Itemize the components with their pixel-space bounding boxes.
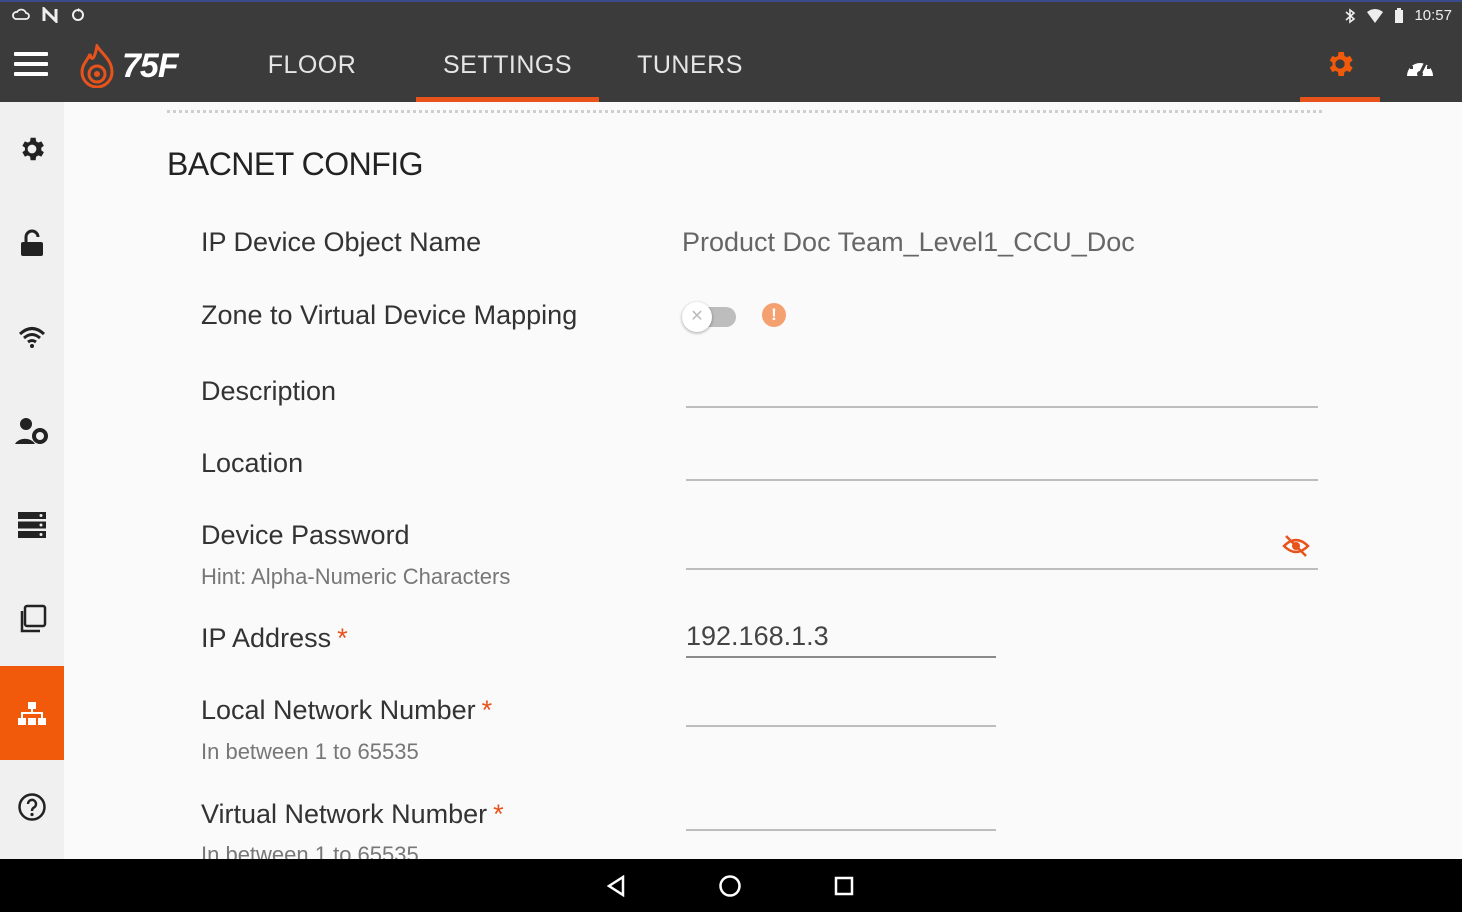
sidebar-item-server[interactable] <box>0 478 64 572</box>
bluetooth-icon <box>1345 7 1356 24</box>
virtual-network-hint: In between 1 to 65535 <box>201 842 419 859</box>
menu-icon-line <box>14 62 48 66</box>
wifi-signal-icon <box>1367 8 1384 23</box>
home-icon <box>719 875 741 897</box>
dashboard-top-button[interactable] <box>1380 30 1460 102</box>
gear-icon <box>22 137 44 161</box>
settings-top-button[interactable] <box>1300 30 1380 102</box>
sidebar-item-wifi[interactable] <box>0 290 64 384</box>
app-bar: 75F FLOOR LAYOUT SETTINGS TUNERS <box>0 30 1462 149</box>
sidebar-item-user-settings[interactable] <box>0 384 64 478</box>
logo-text: 75F <box>122 46 179 85</box>
bacnet-config-panel: BACNET CONFIG IP Device Object Name Prod… <box>64 102 1462 859</box>
home-button[interactable] <box>710 869 750 903</box>
device-name-label: IP Device Object Name <box>201 227 482 257</box>
tab-floor-layout[interactable]: FLOOR LAYOUT <box>218 30 406 149</box>
virtual-network-label: Virtual Network Number * <box>201 799 504 830</box>
recents-button[interactable] <box>824 869 864 903</box>
help-icon <box>18 793 46 821</box>
network-icon <box>18 702 46 725</box>
unlock-icon <box>21 229 43 256</box>
copy-icon <box>20 604 47 633</box>
sidebar <box>0 102 64 859</box>
app-logo: 75F <box>78 44 179 88</box>
flame-logo-icon <box>80 44 114 88</box>
menu-icon-line <box>14 52 48 56</box>
menu-button[interactable] <box>14 52 48 78</box>
divider <box>167 110 1322 113</box>
user-settings-icon <box>15 418 48 444</box>
description-input[interactable] <box>686 372 1318 408</box>
ip-address-label: IP Address * <box>201 623 348 654</box>
visibility-off-icon[interactable] <box>1282 534 1310 558</box>
virtual-network-label-text: Virtual Network Number <box>201 799 488 829</box>
location-input[interactable] <box>686 446 1318 481</box>
sync-icon <box>72 8 84 21</box>
info-warning-icon[interactable]: ! <box>762 303 786 327</box>
tab-tuners[interactable]: TUNERS <box>630 30 750 102</box>
device-name-value: Product Doc Team_Level1_CCU_Doc <box>682 227 1135 257</box>
zone-mapping-label: Zone to Virtual Device Mapping <box>201 300 578 330</box>
description-label: Description <box>201 376 337 406</box>
local-network-label: Local Network Number * <box>201 695 492 726</box>
battery-icon <box>1395 7 1404 23</box>
menu-icon-line <box>14 72 48 76</box>
location-label: Location <box>201 448 304 478</box>
wifi-icon <box>18 327 46 348</box>
back-button[interactable] <box>596 869 636 903</box>
password-label: Device Password <box>201 520 410 550</box>
required-mark: * <box>493 799 504 829</box>
virtual-network-input[interactable] <box>686 796 996 831</box>
server-icon <box>18 512 46 538</box>
status-time: 10:57 <box>1414 7 1452 24</box>
back-icon <box>606 875 625 897</box>
tab-settings[interactable]: SETTINGS <box>416 30 599 102</box>
zone-mapping-toggle[interactable]: ✕ <box>682 300 738 332</box>
sidebar-item-network[interactable] <box>0 666 64 760</box>
password-hint: Hint: Alpha-Numeric Characters <box>201 564 511 589</box>
speedometer-icon <box>1407 58 1433 77</box>
n-icon <box>42 7 58 23</box>
gear-icon <box>1329 51 1353 76</box>
sidebar-item-help[interactable] <box>0 760 64 854</box>
recents-icon <box>834 876 854 896</box>
local-network-input[interactable] <box>686 692 996 727</box>
required-mark: * <box>481 695 493 725</box>
password-input[interactable] <box>686 522 1318 570</box>
status-notifications <box>12 7 86 23</box>
ip-address-input[interactable] <box>686 621 996 658</box>
cloud-icon <box>12 8 30 20</box>
required-mark: * <box>337 623 348 653</box>
ip-address-label-text: IP Address <box>201 623 332 653</box>
sidebar-item-security[interactable] <box>0 196 64 290</box>
page-title: BACNET CONFIG <box>167 146 424 182</box>
local-network-hint: In between 1 to 65535 <box>201 739 419 764</box>
close-icon: ✕ <box>682 302 712 332</box>
sidebar-item-general-settings[interactable] <box>0 102 64 196</box>
local-network-label-text: Local Network Number <box>201 695 476 725</box>
sidebar-item-copy[interactable] <box>0 572 64 666</box>
status-bar: 10:57 <box>0 0 1462 30</box>
system-nav-bar <box>0 859 1462 912</box>
status-system: 10:57 <box>1344 7 1452 24</box>
